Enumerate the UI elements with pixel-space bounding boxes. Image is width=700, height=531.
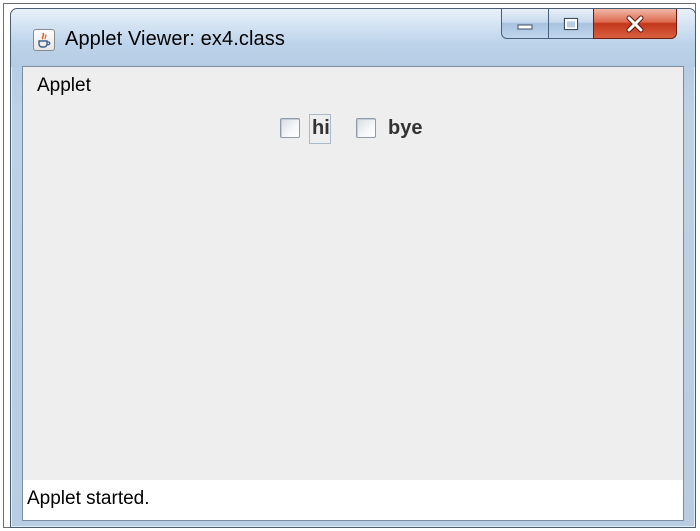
checkbox-hi[interactable]	[280, 118, 300, 138]
window-title: Applet Viewer: ex4.class	[65, 28, 285, 50]
applet-panel: hi bye	[23, 101, 683, 480]
title-bar[interactable]: Applet Viewer: ex4.class	[11, 9, 695, 67]
client-area: Applet hi bye Applet started.	[22, 66, 684, 521]
applet-viewer-window: Applet Viewer: ex4.class Applet hi bye A…	[10, 8, 696, 528]
menu-bar: Applet	[23, 67, 683, 101]
checkbox-hi-label[interactable]: hi	[312, 116, 330, 140]
minimize-icon	[517, 24, 533, 29]
status-text: Applet started.	[27, 488, 150, 509]
close-button[interactable]	[593, 9, 677, 39]
maximize-button[interactable]	[548, 9, 594, 39]
checkbox-bye[interactable]	[356, 118, 376, 138]
close-icon	[626, 15, 644, 32]
status-bar: Applet started.	[23, 480, 683, 520]
menu-applet[interactable]: Applet	[36, 75, 92, 97]
checkbox-bye-label[interactable]: bye	[388, 116, 422, 140]
java-cup-icon[interactable]	[33, 29, 55, 51]
maximize-icon	[563, 17, 579, 30]
minimize-button[interactable]	[501, 9, 549, 39]
